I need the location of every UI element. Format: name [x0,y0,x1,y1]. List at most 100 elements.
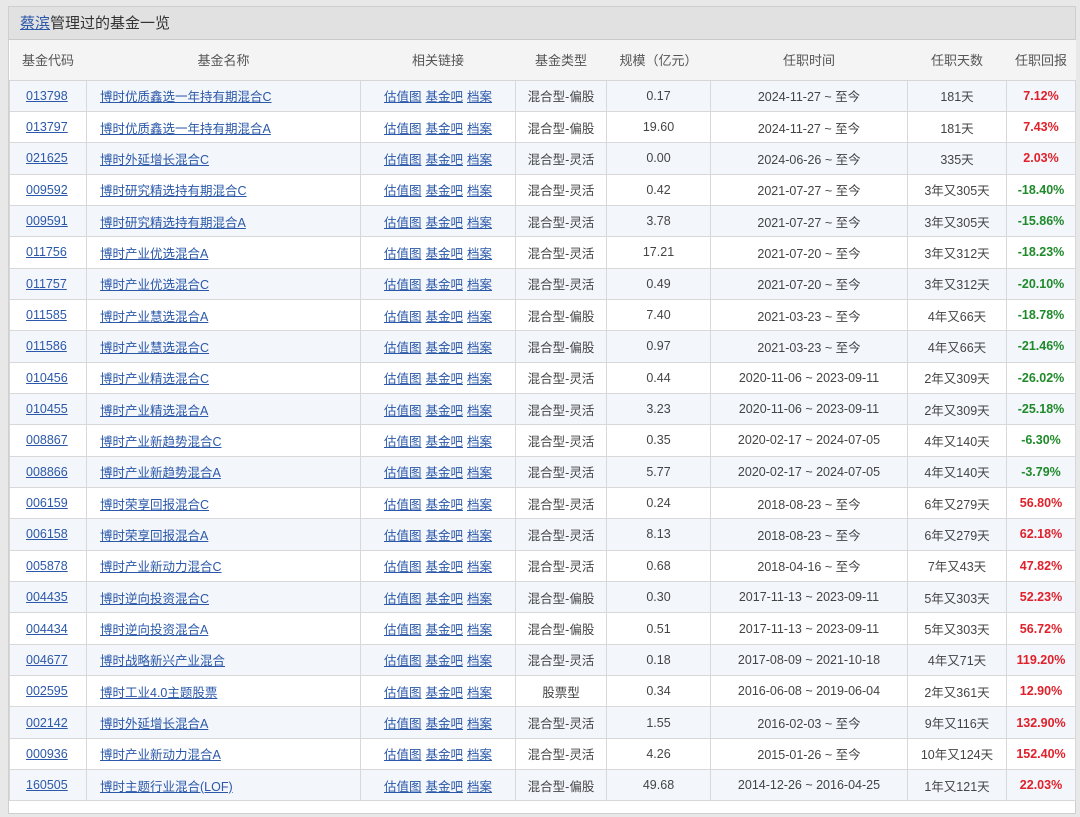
valuation-chart-link[interactable]: 估值图 [384,310,422,324]
fund-code-link[interactable]: 021625 [26,151,68,165]
fund-forum-link[interactable]: 基金吧 [425,310,463,324]
valuation-chart-link[interactable]: 估值图 [384,686,422,700]
valuation-chart-link[interactable]: 估值图 [384,498,422,512]
fund-code-link[interactable]: 013797 [26,120,68,134]
fund-name-link[interactable]: 博时主题行业混合(LOF) [100,780,233,794]
fund-name-link[interactable]: 博时产业优选混合C [100,278,209,292]
fund-forum-link[interactable]: 基金吧 [425,372,463,386]
fund-forum-link[interactable]: 基金吧 [425,153,463,167]
fund-archive-link[interactable]: 档案 [467,748,492,762]
fund-name-link[interactable]: 博时产业新动力混合A [100,748,221,762]
fund-code-link[interactable]: 004435 [26,590,68,604]
fund-forum-link[interactable]: 基金吧 [425,278,463,292]
fund-name-link[interactable]: 博时外延增长混合A [100,717,208,731]
fund-archive-link[interactable]: 档案 [467,90,492,104]
valuation-chart-link[interactable]: 估值图 [384,592,422,606]
fund-code-link[interactable]: 005878 [26,559,68,573]
fund-forum-link[interactable]: 基金吧 [425,466,463,480]
fund-forum-link[interactable]: 基金吧 [425,184,463,198]
valuation-chart-link[interactable]: 估值图 [384,529,422,543]
fund-forum-link[interactable]: 基金吧 [425,90,463,104]
fund-forum-link[interactable]: 基金吧 [425,404,463,418]
fund-code-link[interactable]: 008866 [26,465,68,479]
fund-code-link[interactable]: 000936 [26,747,68,761]
fund-name-link[interactable]: 博时荣享回报混合C [100,498,209,512]
fund-code-link[interactable]: 010455 [26,402,68,416]
fund-archive-link[interactable]: 档案 [467,184,492,198]
fund-archive-link[interactable]: 档案 [467,529,492,543]
fund-forum-link[interactable]: 基金吧 [425,122,463,136]
fund-code-link[interactable]: 002595 [26,684,68,698]
fund-name-link[interactable]: 博时战略新兴产业混合 [100,654,225,668]
fund-archive-link[interactable]: 档案 [467,686,492,700]
fund-archive-link[interactable]: 档案 [467,153,492,167]
fund-archive-link[interactable]: 档案 [467,310,492,324]
valuation-chart-link[interactable]: 估值图 [384,748,422,762]
fund-archive-link[interactable]: 档案 [467,592,492,606]
fund-forum-link[interactable]: 基金吧 [425,654,463,668]
fund-archive-link[interactable]: 档案 [467,623,492,637]
fund-forum-link[interactable]: 基金吧 [425,435,463,449]
valuation-chart-link[interactable]: 估值图 [384,404,422,418]
fund-archive-link[interactable]: 档案 [467,122,492,136]
fund-code-link[interactable]: 002142 [26,716,68,730]
fund-name-link[interactable]: 博时荣享回报混合A [100,529,208,543]
valuation-chart-link[interactable]: 估值图 [384,278,422,292]
fund-code-link[interactable]: 011757 [26,277,67,291]
valuation-chart-link[interactable]: 估值图 [384,717,422,731]
fund-code-link[interactable]: 011756 [26,245,67,259]
fund-code-link[interactable]: 013798 [26,89,68,103]
valuation-chart-link[interactable]: 估值图 [384,560,422,574]
fund-forum-link[interactable]: 基金吧 [425,498,463,512]
fund-code-link[interactable]: 011586 [26,339,67,353]
fund-forum-link[interactable]: 基金吧 [425,560,463,574]
valuation-chart-link[interactable]: 估值图 [384,122,422,136]
fund-forum-link[interactable]: 基金吧 [425,529,463,543]
fund-name-link[interactable]: 博时研究精选持有期混合C [100,184,247,198]
fund-archive-link[interactable]: 档案 [467,560,492,574]
fund-archive-link[interactable]: 档案 [467,404,492,418]
valuation-chart-link[interactable]: 估值图 [384,780,422,794]
fund-name-link[interactable]: 博时逆向投资混合C [100,592,209,606]
fund-name-link[interactable]: 博时优质鑫选一年持有期混合C [100,90,272,104]
fund-forum-link[interactable]: 基金吧 [425,592,463,606]
valuation-chart-link[interactable]: 估值图 [384,184,422,198]
fund-name-link[interactable]: 博时产业优选混合A [100,247,208,261]
fund-archive-link[interactable]: 档案 [467,717,492,731]
fund-code-link[interactable]: 006159 [26,496,68,510]
fund-forum-link[interactable]: 基金吧 [425,748,463,762]
fund-code-link[interactable]: 008867 [26,433,68,447]
fund-name-link[interactable]: 博时产业新趋势混合C [100,435,222,449]
fund-code-link[interactable]: 004677 [26,653,68,667]
valuation-chart-link[interactable]: 估值图 [384,153,422,167]
fund-archive-link[interactable]: 档案 [467,435,492,449]
valuation-chart-link[interactable]: 估值图 [384,341,422,355]
fund-archive-link[interactable]: 档案 [467,247,492,261]
fund-code-link[interactable]: 160505 [26,778,68,792]
fund-forum-link[interactable]: 基金吧 [425,623,463,637]
fund-code-link[interactable]: 004434 [26,622,68,636]
fund-code-link[interactable]: 006158 [26,527,68,541]
fund-archive-link[interactable]: 档案 [467,466,492,480]
fund-name-link[interactable]: 博时外延增长混合C [100,153,209,167]
fund-name-link[interactable]: 博时产业慧选混合A [100,310,208,324]
fund-archive-link[interactable]: 档案 [467,654,492,668]
fund-name-link[interactable]: 博时研究精选持有期混合A [100,216,246,230]
fund-archive-link[interactable]: 档案 [467,780,492,794]
valuation-chart-link[interactable]: 估值图 [384,372,422,386]
fund-forum-link[interactable]: 基金吧 [425,216,463,230]
fund-name-link[interactable]: 博时逆向投资混合A [100,623,208,637]
fund-forum-link[interactable]: 基金吧 [425,341,463,355]
fund-name-link[interactable]: 博时产业精选混合A [100,404,208,418]
fund-archive-link[interactable]: 档案 [467,216,492,230]
valuation-chart-link[interactable]: 估值图 [384,247,422,261]
fund-forum-link[interactable]: 基金吧 [425,717,463,731]
valuation-chart-link[interactable]: 估值图 [384,654,422,668]
fund-name-link[interactable]: 博时产业新趋势混合A [100,466,221,480]
fund-archive-link[interactable]: 档案 [467,372,492,386]
fund-name-link[interactable]: 博时产业新动力混合C [100,560,222,574]
fund-forum-link[interactable]: 基金吧 [425,247,463,261]
valuation-chart-link[interactable]: 估值图 [384,623,422,637]
fund-name-link[interactable]: 博时优质鑫选一年持有期混合A [100,122,271,136]
fund-name-link[interactable]: 博时工业4.0主题股票 [100,686,217,700]
